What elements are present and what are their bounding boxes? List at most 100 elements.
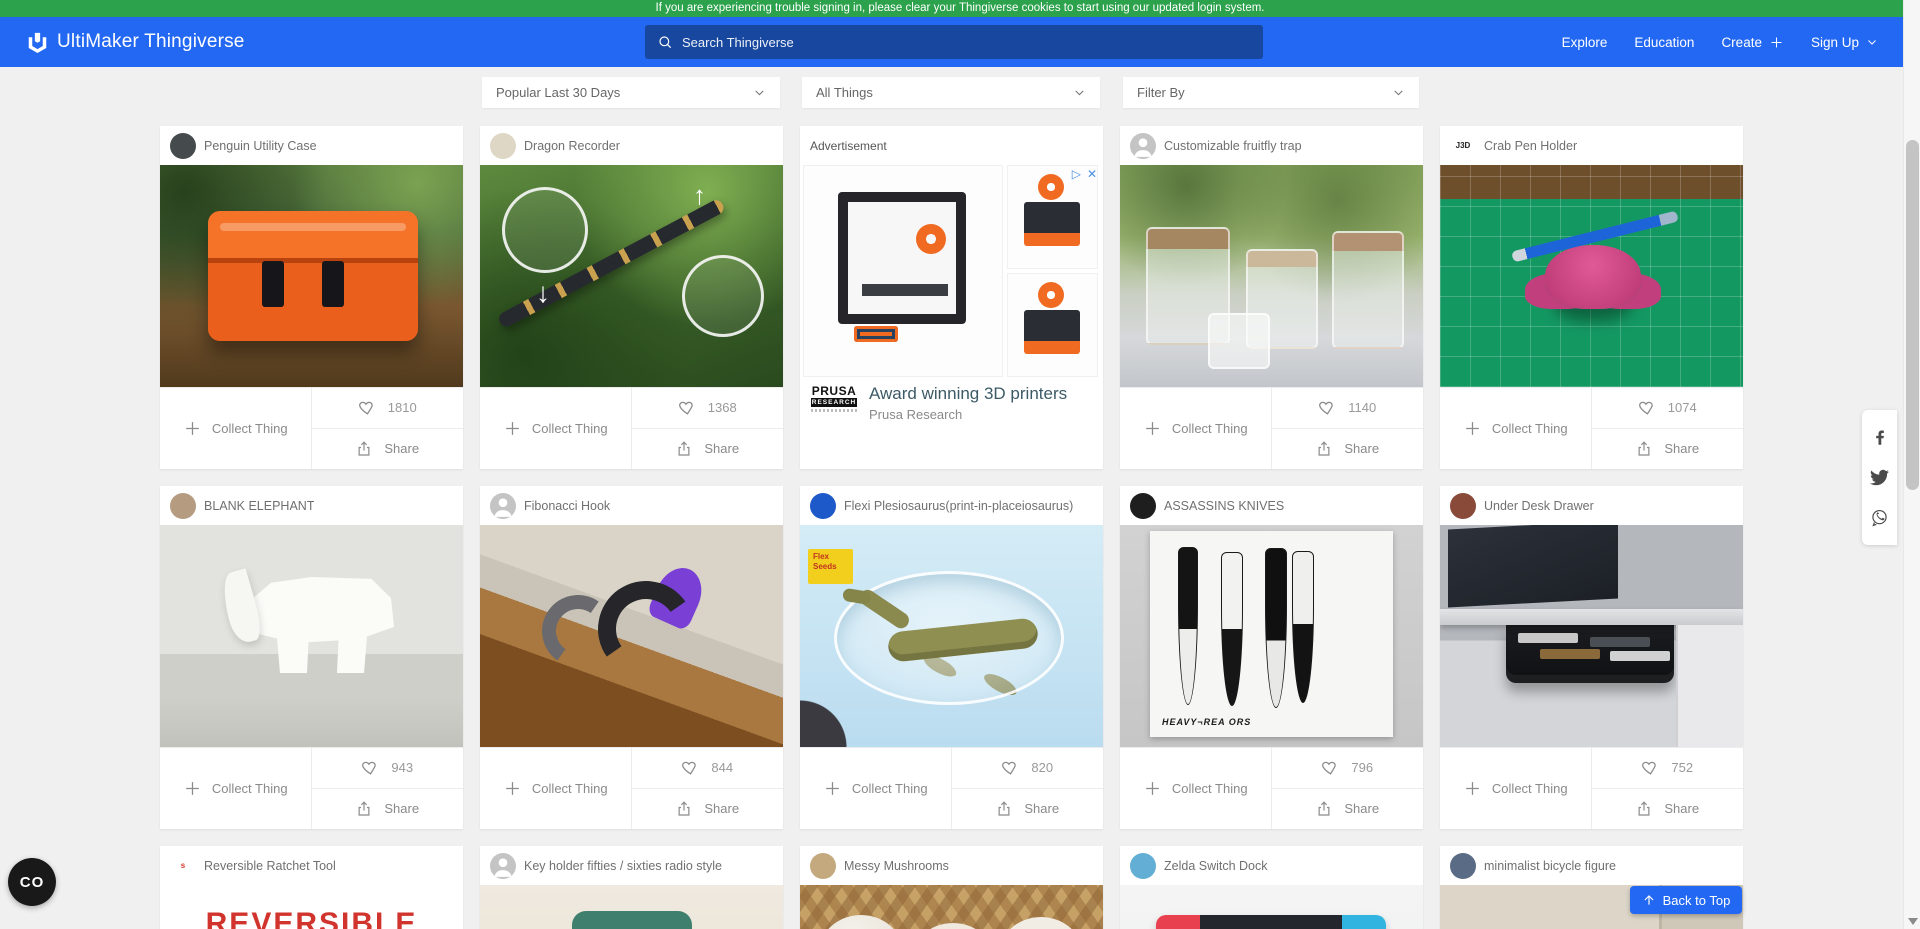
thing-footer: Collect Thing 1074 Share (1440, 387, 1743, 469)
collect-thing-button[interactable]: Collect Thing (1120, 388, 1272, 469)
nav-education[interactable]: Education (1634, 35, 1694, 50)
nav-explore[interactable]: Explore (1562, 35, 1608, 50)
avatar[interactable] (1450, 853, 1476, 879)
avatar[interactable] (810, 853, 836, 879)
thing-thumbnail[interactable] (1440, 165, 1743, 387)
thing-title[interactable]: Crab Pen Holder (1484, 139, 1577, 153)
avatar[interactable]: s (170, 853, 196, 879)
thing-thumbnail[interactable] (160, 885, 463, 929)
share-button[interactable]: Share (1592, 429, 1744, 470)
back-to-top-button[interactable]: Back to Top (1630, 886, 1742, 914)
default-user-icon (490, 853, 516, 879)
thing-thumbnail[interactable] (1120, 885, 1423, 929)
avatar[interactable] (1130, 853, 1156, 879)
scrollbar-down-arrow[interactable] (1908, 918, 1918, 925)
avatar[interactable] (490, 133, 516, 159)
like-button[interactable]: 844 (632, 748, 784, 789)
like-button[interactable]: 1810 (312, 388, 464, 429)
like-button[interactable]: 1140 (1272, 388, 1424, 429)
thing-thumbnail[interactable] (800, 525, 1103, 747)
thing-title[interactable]: minimalist bicycle figure (1484, 859, 1616, 873)
sort-dropdown[interactable]: Popular Last 30 Days (482, 77, 780, 108)
twitter-icon[interactable] (1869, 466, 1891, 488)
brand-name: UltiMaker Thingiverse (57, 31, 245, 53)
share-button[interactable]: Share (1272, 429, 1424, 470)
avatar[interactable] (1130, 493, 1156, 519)
collect-thing-button[interactable]: Collect Thing (1120, 748, 1272, 829)
thing-title[interactable]: Flexi Plesiosaurus(print-in-placeiosauru… (844, 499, 1073, 513)
share-button[interactable]: Share (632, 789, 784, 830)
avatar[interactable] (810, 493, 836, 519)
like-button[interactable]: 1074 (1592, 388, 1744, 429)
whatsapp-icon[interactable] (1869, 506, 1891, 528)
like-button[interactable]: 796 (1272, 748, 1424, 789)
collect-thing-button[interactable]: Collect Thing (800, 748, 952, 829)
thing-thumbnail[interactable] (160, 525, 463, 747)
thing-title[interactable]: Penguin Utility Case (204, 139, 317, 153)
thing-title[interactable]: Zelda Switch Dock (1164, 859, 1268, 873)
nav-create[interactable]: Create (1721, 35, 1784, 50)
avatar[interactable] (490, 493, 516, 519)
adchoices-icon[interactable]: ▷ (1072, 167, 1081, 181)
ad-image-printer-2[interactable] (1007, 273, 1098, 377)
collect-thing-button[interactable]: Collect Thing (160, 388, 312, 469)
thing-title[interactable]: Messy Mushrooms (844, 859, 949, 873)
avatar[interactable]: J3D (1450, 133, 1476, 159)
collect-thing-button[interactable]: Collect Thing (1440, 388, 1592, 469)
brand-logo[interactable]: UltiMaker Thingiverse (27, 17, 245, 67)
like-button[interactable]: 943 (312, 748, 464, 789)
thing-title[interactable]: Key holder fifties / sixties radio style (524, 859, 722, 873)
thing-card-header: Messy Mushrooms (800, 846, 1103, 885)
ad-advertiser[interactable]: Prusa Research (869, 407, 1067, 422)
thing-title[interactable]: Dragon Recorder (524, 139, 620, 153)
search-bar[interactable] (645, 25, 1263, 59)
category-dropdown[interactable]: All Things (802, 77, 1100, 108)
avatar[interactable] (490, 853, 516, 879)
plus-icon (1769, 35, 1784, 50)
like-button[interactable]: 1368 (632, 388, 784, 429)
like-button[interactable]: 752 (1592, 748, 1744, 789)
thing-thumbnail[interactable] (800, 885, 1103, 929)
like-count: 943 (391, 760, 413, 775)
share-button[interactable]: Share (1592, 789, 1744, 830)
ad-close-icon[interactable]: ✕ (1087, 167, 1097, 181)
thing-thumbnail[interactable] (480, 885, 783, 929)
thing-thumbnail[interactable] (1440, 525, 1743, 747)
avatar[interactable] (170, 493, 196, 519)
ad-body[interactable]: ▷ ✕ PRUSA RESEARCH Award winning 3D prin… (800, 165, 1103, 422)
collect-thing-button[interactable]: Collect Thing (160, 748, 312, 829)
thing-thumbnail[interactable] (480, 525, 783, 747)
facebook-icon[interactable] (1869, 427, 1891, 449)
thing-thumbnail[interactable] (480, 165, 783, 387)
collect-thing-button[interactable]: Collect Thing (480, 388, 632, 469)
thing-title[interactable]: Reversible Ratchet Tool (204, 859, 336, 873)
share-button[interactable]: Share (1272, 789, 1424, 830)
nav-sign-up[interactable]: Sign Up (1811, 35, 1878, 50)
thing-title[interactable]: Fibonacci Hook (524, 499, 610, 513)
search-input[interactable] (682, 35, 1251, 50)
ad-image-enclosed-printer[interactable] (803, 165, 1003, 377)
ultimaker-logo-icon (27, 32, 48, 53)
thing-thumbnail[interactable] (160, 165, 463, 387)
cookie-consent-button[interactable]: CO (8, 858, 56, 906)
avatar[interactable] (1450, 493, 1476, 519)
share-button[interactable]: Share (312, 429, 464, 470)
thing-title[interactable]: BLANK ELEPHANT (204, 499, 314, 513)
thing-thumbnail[interactable] (1120, 165, 1423, 387)
share-button[interactable]: Share (952, 789, 1104, 830)
share-button[interactable]: Share (312, 789, 464, 830)
avatar[interactable] (170, 133, 196, 159)
scrollbar-thumb[interactable] (1906, 140, 1919, 490)
collect-thing-button[interactable]: Collect Thing (1440, 748, 1592, 829)
ad-title[interactable]: Award winning 3D printers (869, 384, 1067, 404)
thing-title[interactable]: Under Desk Drawer (1484, 499, 1594, 513)
like-button[interactable]: 820 (952, 748, 1104, 789)
thing-title[interactable]: Customizable fruitfly trap (1164, 139, 1302, 153)
share-button[interactable]: Share (632, 429, 784, 470)
thing-title[interactable]: ASSASSINS KNIVES (1164, 499, 1284, 513)
thumb-art-shape (502, 187, 588, 273)
thing-thumbnail[interactable] (1120, 525, 1423, 747)
avatar[interactable] (1130, 133, 1156, 159)
collect-thing-button[interactable]: Collect Thing (480, 748, 632, 829)
filter-by-dropdown[interactable]: Filter By (1123, 77, 1419, 108)
